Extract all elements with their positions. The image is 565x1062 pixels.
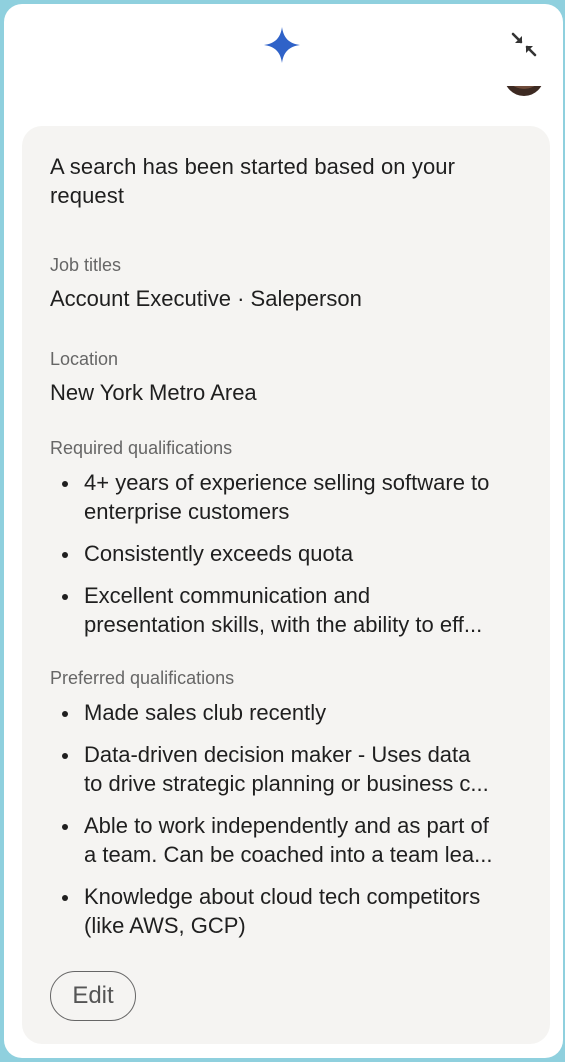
list-item: Knowledge about cloud tech competitors (…	[50, 882, 522, 940]
intro-text: A search has been started based on your …	[50, 154, 456, 208]
assistant-panel: A search has been started based on your …	[4, 4, 563, 1058]
sparkle-icon	[264, 27, 300, 63]
edit-button[interactable]: Edit	[50, 971, 136, 1021]
list-item: Able to work independently and as part o…	[50, 811, 522, 869]
collapse-icon[interactable]	[506, 28, 542, 64]
list-item: 4+ years of experience selling software …	[50, 468, 522, 526]
search-summary-card: A search has been started based on your …	[22, 126, 550, 1044]
preferred-qualifications-label: Preferred qualifications	[50, 668, 235, 688]
location-label: Location	[50, 349, 119, 369]
preferred-qualifications-list: Made sales club recently Data-driven dec…	[50, 698, 522, 940]
job-titles-value: Account Executive · Saleperson	[50, 286, 362, 311]
job-titles-label: Job titles	[50, 255, 122, 275]
list-item: Consistently exceeds quota	[50, 539, 522, 568]
required-qualifications-list: 4+ years of experience selling software …	[50, 468, 522, 639]
list-item: Data-driven decision maker - Uses data t…	[50, 740, 522, 798]
location-value: New York Metro Area	[50, 380, 257, 405]
list-item: Made sales club recently	[50, 698, 522, 727]
list-item: Excellent communication and presentation…	[50, 581, 522, 639]
required-qualifications-label: Required qualifications	[50, 438, 233, 458]
